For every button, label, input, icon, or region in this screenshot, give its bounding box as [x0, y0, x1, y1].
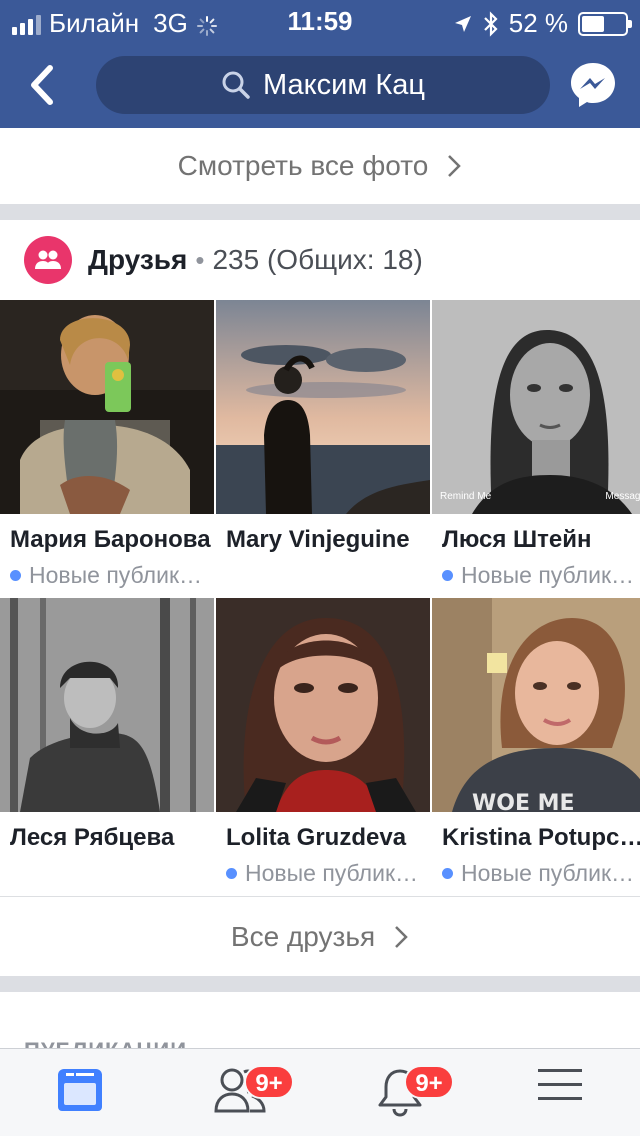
friend-tile[interactable]: Мария Баронова Новые публик… [0, 300, 214, 588]
all-friends-label: Все друзья [230, 920, 376, 952]
status-right: 52 % [453, 8, 632, 39]
friends-title: Друзья [88, 244, 188, 275]
title-separator: • [195, 244, 205, 275]
friend-name[interactable]: Леся Рябцева [10, 824, 214, 852]
friend-name[interactable]: Mary Vinjeguine [226, 526, 430, 554]
friends-count: 235 (Общих: 18) [212, 244, 423, 275]
news-feed-icon [58, 1069, 102, 1111]
see-all-photos-label: Смотреть все фото [177, 150, 429, 181]
battery-percent: 52 % [508, 8, 568, 38]
publications-section: ПУБЛИКАЦИИ [0, 992, 640, 1063]
friend-name[interactable]: Мария Баронова [10, 526, 214, 554]
messenger-icon[interactable] [568, 60, 618, 110]
back-chevron-icon[interactable] [22, 62, 62, 108]
tab-friend-requests[interactable]: 9+ [160, 1049, 320, 1136]
friends-icon [24, 236, 72, 284]
new-posts-dot-icon [442, 570, 453, 581]
friend-name[interactable]: Люся Штейн [442, 526, 640, 554]
friend-status: Новые публик… [442, 562, 640, 589]
friend-photo[interactable]: Remind Me Message [432, 300, 640, 514]
friend-tile[interactable]: Remind Me Message Люся Штейн Новые публи… [432, 300, 640, 588]
chevron-right-icon [395, 925, 408, 948]
bottom-tab-bar: 9+ 9+ [0, 1048, 640, 1136]
friend-tile[interactable]: Леся Рябцева [0, 598, 214, 851]
search-query: Максим Кац [263, 68, 425, 101]
search-bar[interactable]: Максим Кац [96, 56, 550, 114]
new-posts-dot-icon [10, 570, 21, 581]
friend-status: Новые публик… [442, 860, 640, 887]
hamburger-icon [538, 1069, 582, 1100]
top-header: Билайн 3G 11:59 52 % Максим Кац [0, 0, 640, 128]
notifications-badge: 9+ [404, 1065, 454, 1099]
bluetooth-icon [483, 10, 498, 37]
friend-photo-image [216, 598, 430, 812]
friend-photo[interactable] [216, 300, 430, 514]
friend-name[interactable]: Kristina Potupc… [442, 824, 640, 852]
tab-notifications[interactable]: 9+ [320, 1049, 480, 1136]
friend-requests-badge: 9+ [244, 1065, 294, 1099]
navigation-bar: Максим Кац [0, 44, 640, 128]
friends-section: Друзья • 235 (Общих: 18) Мария Баронова … [0, 220, 640, 976]
friend-tile[interactable]: WOE ME Kristina Potupc… Новые публик… [432, 598, 640, 886]
status-bar: Билайн 3G 11:59 52 % [0, 0, 640, 44]
friend-status: Новые публик… [10, 562, 214, 589]
friend-name[interactable]: Lolita Gruzdeva [226, 824, 430, 852]
chevron-right-icon [448, 155, 462, 177]
friend-photo-image [0, 300, 214, 514]
see-all-photos-link[interactable]: Смотреть все фото [0, 128, 640, 204]
friend-photo-image: WOE ME [432, 598, 640, 812]
new-posts-dot-icon [226, 868, 237, 879]
friend-photo[interactable] [216, 598, 430, 812]
friend-tile[interactable]: Mary Vinjeguine [216, 300, 430, 553]
search-icon [222, 71, 250, 99]
friend-tile[interactable]: Lolita Gruzdeva Новые публик… [216, 598, 430, 886]
all-friends-link[interactable]: Все друзья [0, 897, 640, 976]
remind-me-overlay[interactable]: Remind Me [440, 491, 491, 502]
tab-news-feed[interactable] [0, 1049, 160, 1136]
friend-photo-image [216, 300, 430, 514]
battery-icon [578, 11, 632, 36]
friend-status: Новые публик… [226, 860, 430, 887]
new-posts-dot-icon [442, 868, 453, 879]
friend-photo[interactable]: WOE ME [432, 598, 640, 812]
friend-photo[interactable] [0, 598, 214, 812]
friend-photo-image [0, 598, 214, 812]
friend-photo-image [432, 300, 640, 514]
friend-photo[interactable] [0, 300, 214, 514]
tab-menu[interactable] [480, 1049, 640, 1136]
location-arrow-icon [454, 15, 471, 32]
friends-header[interactable]: Друзья • 235 (Общих: 18) [24, 236, 423, 284]
shirt-print: WOE ME [472, 791, 575, 812]
message-overlay[interactable]: Message [605, 491, 640, 502]
